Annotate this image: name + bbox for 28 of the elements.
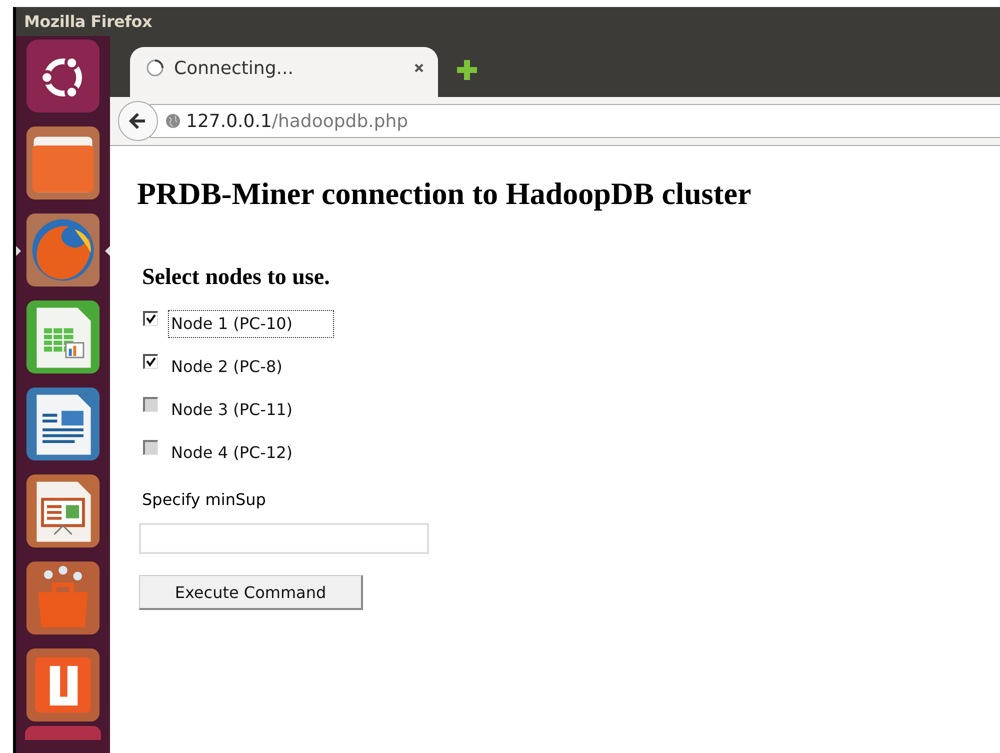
presentation-icon[interactable] (25, 473, 101, 549)
window-title: Mozilla Firefox (24, 12, 152, 31)
letter-u-tile-icon[interactable] (25, 647, 101, 723)
close-icon[interactable] (414, 63, 424, 73)
section-heading: Select nodes to use. (142, 264, 330, 290)
globe-icon (165, 113, 181, 129)
back-button[interactable] (118, 101, 158, 141)
checkbox-label[interactable]: Node 1 (PC-10) (168, 310, 334, 338)
checkbox[interactable] (143, 311, 158, 326)
checkbox-label[interactable]: Node 2 (PC-8) (168, 352, 324, 380)
tab-title: Connecting... (174, 58, 294, 78)
spreadsheet-icon[interactable] (25, 299, 101, 375)
back-arrow-icon (129, 112, 147, 130)
running-indicator-icon (16, 246, 21, 256)
folder-icon[interactable] (25, 125, 101, 201)
url-text: 127.0.0.1/hadoopdb.php (186, 110, 408, 132)
browser-tab[interactable]: Connecting... (130, 47, 438, 97)
checkbox[interactable] (143, 354, 158, 369)
plus-icon[interactable] (456, 59, 478, 81)
document-icon[interactable] (25, 386, 101, 462)
execute-button[interactable]: Execute Command (139, 575, 363, 610)
page-heading: PRDB-Miner connection to HadoopDB cluster (137, 176, 752, 212)
field-label: Specify minSup (142, 490, 266, 509)
browser-globe-icon[interactable] (25, 212, 101, 288)
ubuntu-logo-icon[interactable] (25, 38, 101, 114)
minsup-field[interactable] (139, 523, 429, 554)
address-field[interactable]: 127.0.0.1/hadoopdb.php (150, 104, 1000, 138)
shopping-bag-icon[interactable] (25, 560, 101, 636)
